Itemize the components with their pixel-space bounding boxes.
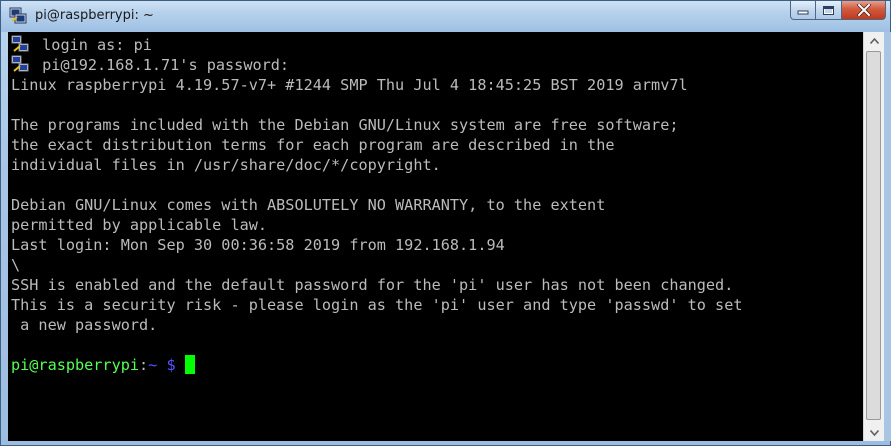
terminal-line: pi@192.168.1.71's password: bbox=[11, 55, 289, 75]
key-icon bbox=[11, 55, 29, 72]
scroll-up-button[interactable] bbox=[864, 32, 884, 49]
terminal-line: login as: pi bbox=[11, 35, 152, 55]
terminal-line: The programs included with the Debian GN… bbox=[11, 116, 679, 134]
terminal-line: Debian GNU/Linux comes with ABSOLUTELY N… bbox=[11, 196, 606, 214]
putty-window: pi@raspberrypi: ~ login as: pi pi@192.16… bbox=[0, 0, 891, 446]
prompt-path: ~ bbox=[148, 356, 158, 374]
prompt-user-host: pi@raspberrypi bbox=[11, 356, 140, 374]
caption-buttons bbox=[790, 1, 886, 22]
putty-icon bbox=[9, 7, 27, 24]
window-title: pi@raspberrypi: ~ bbox=[35, 8, 154, 23]
scroll-thumb[interactable] bbox=[866, 51, 881, 420]
prompt-symbol: $ bbox=[157, 356, 185, 374]
close-icon bbox=[856, 4, 871, 16]
chevron-up-icon bbox=[869, 37, 879, 44]
maximize-icon bbox=[823, 5, 834, 15]
text-cursor bbox=[184, 355, 195, 374]
terminal-line: individual files in /usr/share/doc/*/cop… bbox=[11, 156, 441, 174]
terminal-line: a new password. bbox=[11, 316, 158, 334]
prompt-line[interactable]: pi@raspberrypi:~ $ bbox=[11, 355, 195, 375]
prompt-separator: : bbox=[139, 356, 149, 374]
close-button[interactable] bbox=[842, 1, 886, 20]
chevron-down-icon bbox=[869, 429, 879, 436]
key-icon bbox=[11, 35, 29, 52]
terminal-line: SSH is enabled and the default password … bbox=[11, 276, 734, 294]
terminal-line: Linux raspberrypi 4.19.57-v7+ #1244 SMP … bbox=[11, 76, 688, 94]
title-bar[interactable]: pi@raspberrypi: ~ bbox=[1, 1, 890, 32]
terminal-output[interactable]: login as: pi pi@192.168.1.71's password:… bbox=[8, 32, 863, 441]
window-frame-right bbox=[884, 32, 891, 441]
terminal-line: \ bbox=[11, 256, 21, 274]
maximize-button[interactable] bbox=[816, 1, 842, 20]
terminal-line: Last login: Mon Sep 30 00:36:58 2019 fro… bbox=[11, 236, 505, 254]
minimize-button[interactable] bbox=[790, 1, 816, 20]
minimize-icon bbox=[797, 10, 809, 15]
terminal-line: permitted by applicable law. bbox=[11, 216, 268, 234]
terminal-line: the exact distribution terms for each pr… bbox=[11, 136, 615, 154]
scroll-down-button[interactable] bbox=[864, 424, 884, 441]
vertical-scrollbar[interactable] bbox=[863, 32, 884, 441]
terminal-line: This is a security risk - please login a… bbox=[11, 296, 743, 314]
